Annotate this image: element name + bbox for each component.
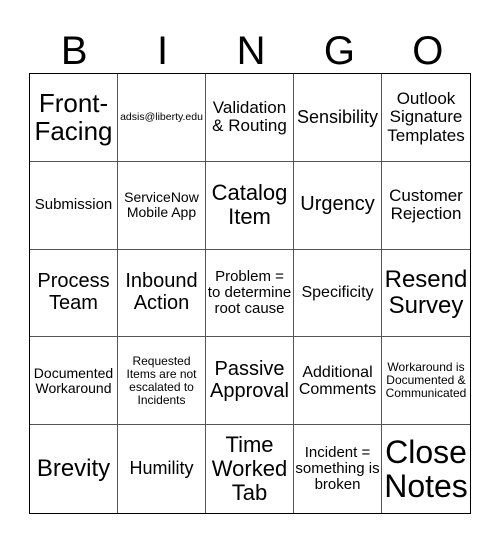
bingo-cell[interactable]: Additional Comments <box>294 337 382 426</box>
bingo-card-grid: Front-Facing adsis@liberty.edu Validatio… <box>29 73 471 514</box>
bingo-cell[interactable]: Outlook Signature Templates <box>382 74 470 162</box>
bingo-cell[interactable]: Workaround is Documented & Communicated <box>382 337 470 426</box>
bingo-cell[interactable]: Brevity <box>30 425 118 513</box>
bingo-cell[interactable]: Catalog Item <box>206 161 294 250</box>
bingo-cell[interactable]: Time Worked Tab <box>206 425 294 513</box>
bingo-cell[interactable]: Requested Items are not escalated to Inc… <box>118 337 206 426</box>
header-letter-b: B <box>60 29 88 73</box>
bingo-cell[interactable]: Resend Survey <box>382 250 470 338</box>
bingo-cell[interactable]: Front-Facing <box>30 74 118 162</box>
bingo-cell[interactable]: Urgency <box>294 161 382 250</box>
header-letter-g: G <box>323 29 355 73</box>
bingo-cell[interactable]: Incident = something is broken <box>294 425 382 513</box>
bingo-cell[interactable]: Documented Workaround <box>30 337 118 426</box>
bingo-cell[interactable]: Problem = to determine root cause <box>206 249 294 338</box>
bingo-cell[interactable]: Process Team <box>30 249 118 338</box>
bingo-cell[interactable]: Close Notes <box>382 425 470 513</box>
bingo-cell[interactable]: Sensibility <box>294 74 382 162</box>
header-letter-o: O <box>412 29 444 73</box>
bingo-header: B I N G O <box>30 28 472 74</box>
bingo-cell[interactable]: Customer Rejection <box>382 162 470 250</box>
bingo-cell[interactable]: Humility <box>118 425 206 513</box>
bingo-cell[interactable]: Validation & Routing <box>206 74 294 162</box>
bingo-cell[interactable]: Submission <box>30 161 118 250</box>
bingo-cell[interactable]: adsis@liberty.edu <box>118 74 206 162</box>
bingo-cell[interactable]: Specificity <box>294 249 382 338</box>
bingo-cell[interactable]: Passive Approval <box>206 337 294 426</box>
bingo-cell[interactable]: Inbound Action <box>118 249 206 338</box>
header-letter-i: I <box>157 29 169 73</box>
header-letter-n: N <box>236 29 266 73</box>
bingo-cell[interactable]: ServiceNow Mobile App <box>118 161 206 250</box>
